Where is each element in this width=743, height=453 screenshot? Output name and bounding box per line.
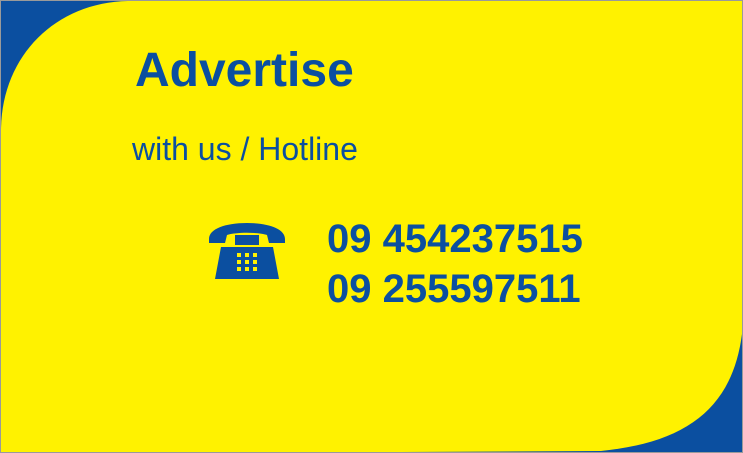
banner-title: Advertise [135,44,354,97]
phone-number-2[interactable]: 09 255597511 [327,264,583,314]
telephone-icon [209,223,285,279]
advertise-banner: Advertise with us / Hotline 09 454237515… [0,0,743,453]
hotline-numbers: 09 454237515 09 255597511 [327,214,583,314]
phone-number-1[interactable]: 09 454237515 [327,214,583,264]
banner-subtitle: with us / Hotline [132,131,358,167]
